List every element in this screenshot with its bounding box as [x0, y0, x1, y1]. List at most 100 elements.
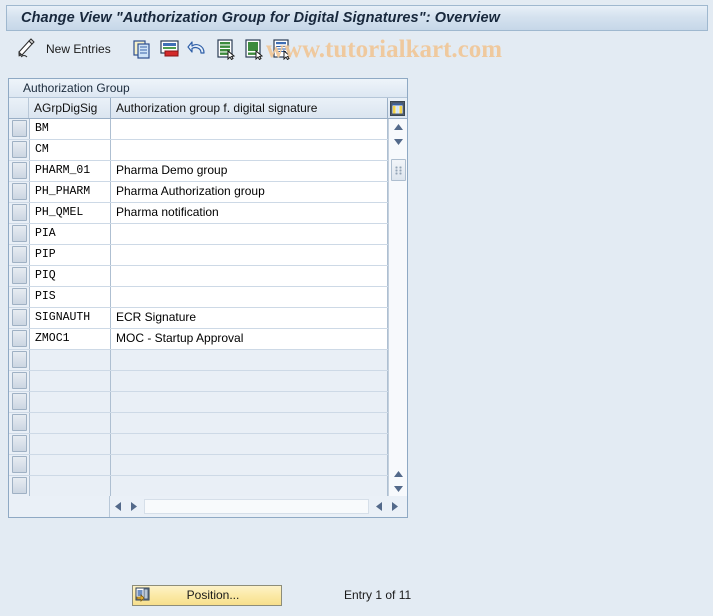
row-select-button[interactable]	[9, 224, 29, 244]
cell-description[interactable]	[111, 119, 388, 139]
table-row-empty[interactable]	[9, 350, 388, 371]
vertical-scrollbar[interactable]	[388, 119, 407, 496]
scroll-thumb[interactable]	[391, 159, 406, 181]
scroll-up-icon[interactable]	[389, 119, 408, 134]
cell-description[interactable]: ECR Signature	[111, 308, 388, 328]
cell-key[interactable]: PH_QMEL	[29, 203, 111, 223]
table-row[interactable]: CM	[9, 140, 388, 161]
cell-key[interactable]	[29, 434, 111, 454]
cell-key[interactable]: CM	[29, 140, 111, 160]
table-row-empty[interactable]	[9, 413, 388, 434]
table-row[interactable]: ZMOC1 MOC - Startup Approval	[9, 329, 388, 350]
deselect-all-icon[interactable]	[243, 38, 265, 60]
row-select-button[interactable]	[9, 308, 29, 328]
cell-description[interactable]	[111, 392, 388, 412]
cell-description[interactable]	[111, 140, 388, 160]
horizontal-scrollbar[interactable]	[9, 496, 407, 517]
page-down-icon[interactable]	[389, 481, 408, 496]
cell-description[interactable]: MOC - Startup Approval	[111, 329, 388, 349]
cell-description[interactable]	[111, 287, 388, 307]
cell-description[interactable]	[111, 455, 388, 475]
cell-description[interactable]: Pharma notification	[111, 203, 388, 223]
select-all-icon[interactable]	[215, 38, 237, 60]
cell-key[interactable]	[29, 413, 111, 433]
page-up-icon[interactable]	[389, 466, 408, 481]
cell-key[interactable]: PIA	[29, 224, 111, 244]
cell-key[interactable]: PHARM_01	[29, 161, 111, 181]
row-select-button[interactable]	[9, 329, 29, 349]
table-row[interactable]: SIGNAUTH ECR Signature	[9, 308, 388, 329]
table-row[interactable]: PIQ	[9, 266, 388, 287]
cell-description[interactable]	[111, 350, 388, 370]
cell-key[interactable]: PIP	[29, 245, 111, 265]
undo-icon[interactable]	[187, 38, 209, 60]
row-select-button[interactable]	[9, 266, 29, 286]
cell-description[interactable]: Pharma Demo group	[111, 161, 388, 181]
horizontal-scroll-track[interactable]	[144, 499, 369, 514]
table-row[interactable]: PH_QMEL Pharma notification	[9, 203, 388, 224]
cell-key[interactable]: PH_PHARM	[29, 182, 111, 202]
row-select-button[interactable]	[9, 203, 29, 223]
window-title-bar: Change View "Authorization Group for Dig…	[6, 5, 708, 31]
table-header-row: AGrpDigSig Authorization group f. digita…	[9, 98, 407, 119]
cell-key[interactable]	[29, 476, 111, 496]
row-select-button[interactable]	[9, 182, 29, 202]
cell-key[interactable]: PIQ	[29, 266, 111, 286]
table-row-empty[interactable]	[9, 455, 388, 476]
position-icon	[135, 587, 151, 603]
scroll-left-icon[interactable]	[110, 499, 126, 514]
cell-description[interactable]	[111, 371, 388, 391]
cell-key[interactable]: BM	[29, 119, 111, 139]
table-row-empty[interactable]	[9, 371, 388, 392]
table-row-empty[interactable]	[9, 476, 388, 496]
scroll-down-icon[interactable]	[389, 134, 408, 149]
cell-description[interactable]	[111, 245, 388, 265]
row-select-button[interactable]	[9, 161, 29, 181]
cell-key[interactable]	[29, 350, 111, 370]
row-select-button[interactable]	[9, 350, 29, 370]
cell-key[interactable]: ZMOC1	[29, 329, 111, 349]
row-select-button[interactable]	[9, 392, 29, 412]
page-right-icon[interactable]	[371, 499, 387, 514]
table-row[interactable]: PH_PHARM Pharma Authorization group	[9, 182, 388, 203]
row-select-button[interactable]	[9, 287, 29, 307]
cell-description[interactable]	[111, 434, 388, 454]
cell-description[interactable]	[111, 224, 388, 244]
column-header-description[interactable]: Authorization group f. digital signature	[111, 98, 388, 118]
page-left-icon[interactable]	[126, 499, 142, 514]
row-select-button[interactable]	[9, 371, 29, 391]
cell-description[interactable]	[111, 266, 388, 286]
row-select-button[interactable]	[9, 434, 29, 454]
cell-description[interactable]	[111, 413, 388, 433]
details-icon[interactable]	[271, 38, 293, 60]
scroll-right-icon[interactable]	[387, 499, 403, 514]
table-row[interactable]: PHARM_01 Pharma Demo group	[9, 161, 388, 182]
cell-description[interactable]	[111, 476, 388, 496]
cell-description[interactable]: Pharma Authorization group	[111, 182, 388, 202]
table-row[interactable]: PIS	[9, 287, 388, 308]
row-select-button[interactable]	[9, 245, 29, 265]
table-row[interactable]: PIA	[9, 224, 388, 245]
table-row-empty[interactable]	[9, 434, 388, 455]
pencil-paper-icon[interactable]	[16, 38, 38, 60]
cell-key[interactable]: SIGNAUTH	[29, 308, 111, 328]
copy-as-icon[interactable]	[131, 38, 153, 60]
cell-key[interactable]: PIS	[29, 287, 111, 307]
table-row[interactable]: PIP	[9, 245, 388, 266]
panel-title: Authorization Group	[9, 79, 407, 98]
row-select-button[interactable]	[9, 455, 29, 475]
cell-key[interactable]	[29, 392, 111, 412]
row-select-button[interactable]	[9, 476, 29, 496]
cell-key[interactable]	[29, 455, 111, 475]
column-header-key[interactable]: AGrpDigSig	[29, 98, 111, 118]
delete-icon[interactable]	[159, 38, 181, 60]
position-button[interactable]: Position...	[132, 584, 282, 606]
row-select-button[interactable]	[9, 413, 29, 433]
table-settings-icon[interactable]	[388, 98, 407, 118]
table-row-empty[interactable]	[9, 392, 388, 413]
cell-key[interactable]	[29, 371, 111, 391]
table-row[interactable]: BM	[9, 119, 388, 140]
row-select-button[interactable]	[9, 140, 29, 160]
new-entries-label[interactable]: New Entries	[46, 42, 111, 56]
row-select-button[interactable]	[9, 119, 29, 139]
